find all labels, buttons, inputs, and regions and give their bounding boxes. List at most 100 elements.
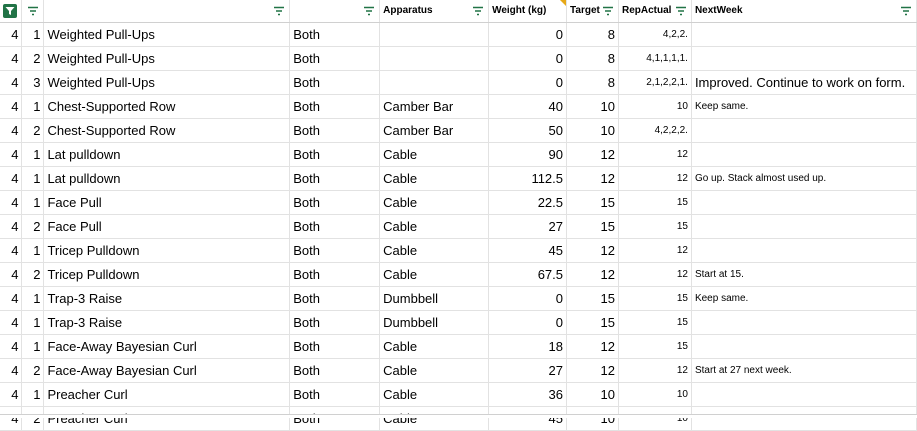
cell-nextweek[interactable]: [691, 142, 917, 167]
cell-nextweek[interactable]: Start at 15.: [691, 262, 917, 287]
filter-icon[interactable]: [26, 4, 40, 18]
cell-repactual[interactable]: 4,2,2,2.: [618, 118, 692, 143]
cell-set[interactable]: 1: [21, 310, 45, 335]
cell-week[interactable]: 4: [0, 70, 23, 95]
cell-exercise[interactable]: Weighted Pull-Ups: [43, 46, 291, 71]
cell-side[interactable]: Both: [289, 94, 381, 119]
cell-apparatus[interactable]: Camber Bar: [379, 118, 490, 143]
cell-exercise[interactable]: Face Pull: [43, 190, 291, 215]
cell-week[interactable]: 4: [0, 238, 23, 263]
cell-exercise[interactable]: Tricep Pulldown: [43, 238, 291, 263]
filter-icon[interactable]: [471, 4, 485, 18]
cell-set[interactable]: 1: [21, 334, 45, 359]
cell-side[interactable]: Both: [289, 286, 381, 311]
cell-apparatus[interactable]: Cable: [379, 238, 490, 263]
cell-apparatus[interactable]: Dumbbell: [379, 286, 490, 311]
cell-apparatus[interactable]: Cable: [379, 190, 490, 215]
cell-apparatus[interactable]: Dumbbell: [379, 310, 490, 335]
cell-weight[interactable]: 0: [488, 22, 568, 47]
cell-weight[interactable]: 40: [488, 94, 568, 119]
cell-exercise[interactable]: Face-Away Bayesian Curl: [43, 334, 291, 359]
filter-icon[interactable]: [272, 4, 286, 18]
cell-target[interactable]: 12: [566, 334, 619, 359]
filter-icon[interactable]: [899, 4, 913, 18]
cell-repactual[interactable]: 15: [618, 190, 692, 215]
cell-exercise[interactable]: Face Pull: [43, 214, 291, 239]
cell-repactual[interactable]: 15: [618, 334, 692, 359]
cell-set[interactable]: 1: [21, 286, 45, 311]
cell-side[interactable]: Both: [289, 310, 381, 335]
cell-weight[interactable]: 45: [488, 406, 568, 431]
cell-set[interactable]: 1: [21, 190, 45, 215]
cell-nextweek[interactable]: [691, 406, 917, 431]
cell-weight[interactable]: 0: [488, 70, 568, 95]
cell-side[interactable]: Both: [289, 70, 381, 95]
cell-nextweek[interactable]: [691, 118, 917, 143]
cell-weight[interactable]: 67.5: [488, 262, 568, 287]
cell-target[interactable]: 12: [566, 238, 619, 263]
cell-nextweek[interactable]: [691, 334, 917, 359]
cell-apparatus[interactable]: Cable: [379, 262, 490, 287]
cell-set[interactable]: 1: [21, 238, 45, 263]
cell-side[interactable]: Both: [289, 214, 381, 239]
cell-week[interactable]: 4: [0, 94, 23, 119]
cell-repactual[interactable]: 10: [618, 406, 692, 431]
cell-repactual[interactable]: 12: [618, 238, 692, 263]
cell-target[interactable]: 15: [566, 190, 619, 215]
cell-set[interactable]: 1: [21, 382, 45, 407]
cell-week[interactable]: 4: [0, 22, 23, 47]
cell-set[interactable]: 3: [21, 70, 45, 95]
cell-set[interactable]: 2: [21, 118, 45, 143]
cell-exercise[interactable]: Tricep Pulldown: [43, 262, 291, 287]
cell-nextweek[interactable]: Keep same.: [691, 286, 917, 311]
cell-nextweek[interactable]: [691, 238, 917, 263]
cell-repactual[interactable]: 10: [618, 382, 692, 407]
cell-set[interactable]: 1: [21, 22, 45, 47]
cell-nextweek[interactable]: Go up. Stack almost used up.: [691, 166, 917, 191]
cell-week[interactable]: 4: [0, 46, 23, 71]
cell-weight[interactable]: 18: [488, 334, 568, 359]
cell-week[interactable]: 4: [0, 286, 23, 311]
cell-target[interactable]: 10: [566, 382, 619, 407]
cell-week[interactable]: 4: [0, 358, 23, 383]
cell-week[interactable]: 4: [0, 142, 23, 167]
cell-target[interactable]: 8: [566, 70, 619, 95]
cell-exercise[interactable]: Face-Away Bayesian Curl: [43, 358, 291, 383]
cell-apparatus[interactable]: [379, 70, 490, 95]
cell-target[interactable]: 12: [566, 166, 619, 191]
cell-nextweek[interactable]: [691, 382, 917, 407]
cell-week[interactable]: 4: [0, 382, 23, 407]
cell-set[interactable]: 2: [21, 46, 45, 71]
filter-icon[interactable]: [674, 4, 688, 18]
cell-target[interactable]: 10: [566, 406, 619, 431]
cell-repactual[interactable]: 12: [618, 358, 692, 383]
cell-target[interactable]: 15: [566, 214, 619, 239]
cell-set[interactable]: 1: [21, 166, 45, 191]
cell-side[interactable]: Both: [289, 142, 381, 167]
cell-apparatus[interactable]: Cable: [379, 334, 490, 359]
cell-target[interactable]: 10: [566, 118, 619, 143]
cell-week[interactable]: 4: [0, 406, 23, 431]
cell-week[interactable]: 4: [0, 334, 23, 359]
cell-apparatus[interactable]: Cable: [379, 214, 490, 239]
cell-set[interactable]: 2: [21, 214, 45, 239]
cell-nextweek[interactable]: [691, 190, 917, 215]
cell-weight[interactable]: 0: [488, 310, 568, 335]
cell-side[interactable]: Both: [289, 46, 381, 71]
cell-set[interactable]: 2: [21, 262, 45, 287]
cell-nextweek[interactable]: [691, 310, 917, 335]
cell-weight[interactable]: 0: [488, 286, 568, 311]
cell-exercise[interactable]: Lat pulldown: [43, 166, 291, 191]
cell-exercise[interactable]: Preacher Curl: [43, 382, 291, 407]
cell-week[interactable]: 4: [0, 118, 23, 143]
cell-target[interactable]: 8: [566, 46, 619, 71]
cell-repactual[interactable]: 2,1,2,2,1.: [618, 70, 692, 95]
cell-weight[interactable]: 22.5: [488, 190, 568, 215]
cell-weight[interactable]: 50: [488, 118, 568, 143]
filter-icon[interactable]: [362, 4, 376, 18]
cell-week[interactable]: 4: [0, 214, 23, 239]
cell-weight[interactable]: 36: [488, 382, 568, 407]
cell-side[interactable]: Both: [289, 358, 381, 383]
cell-set[interactable]: 2: [21, 406, 45, 431]
cell-apparatus[interactable]: Cable: [379, 406, 490, 431]
